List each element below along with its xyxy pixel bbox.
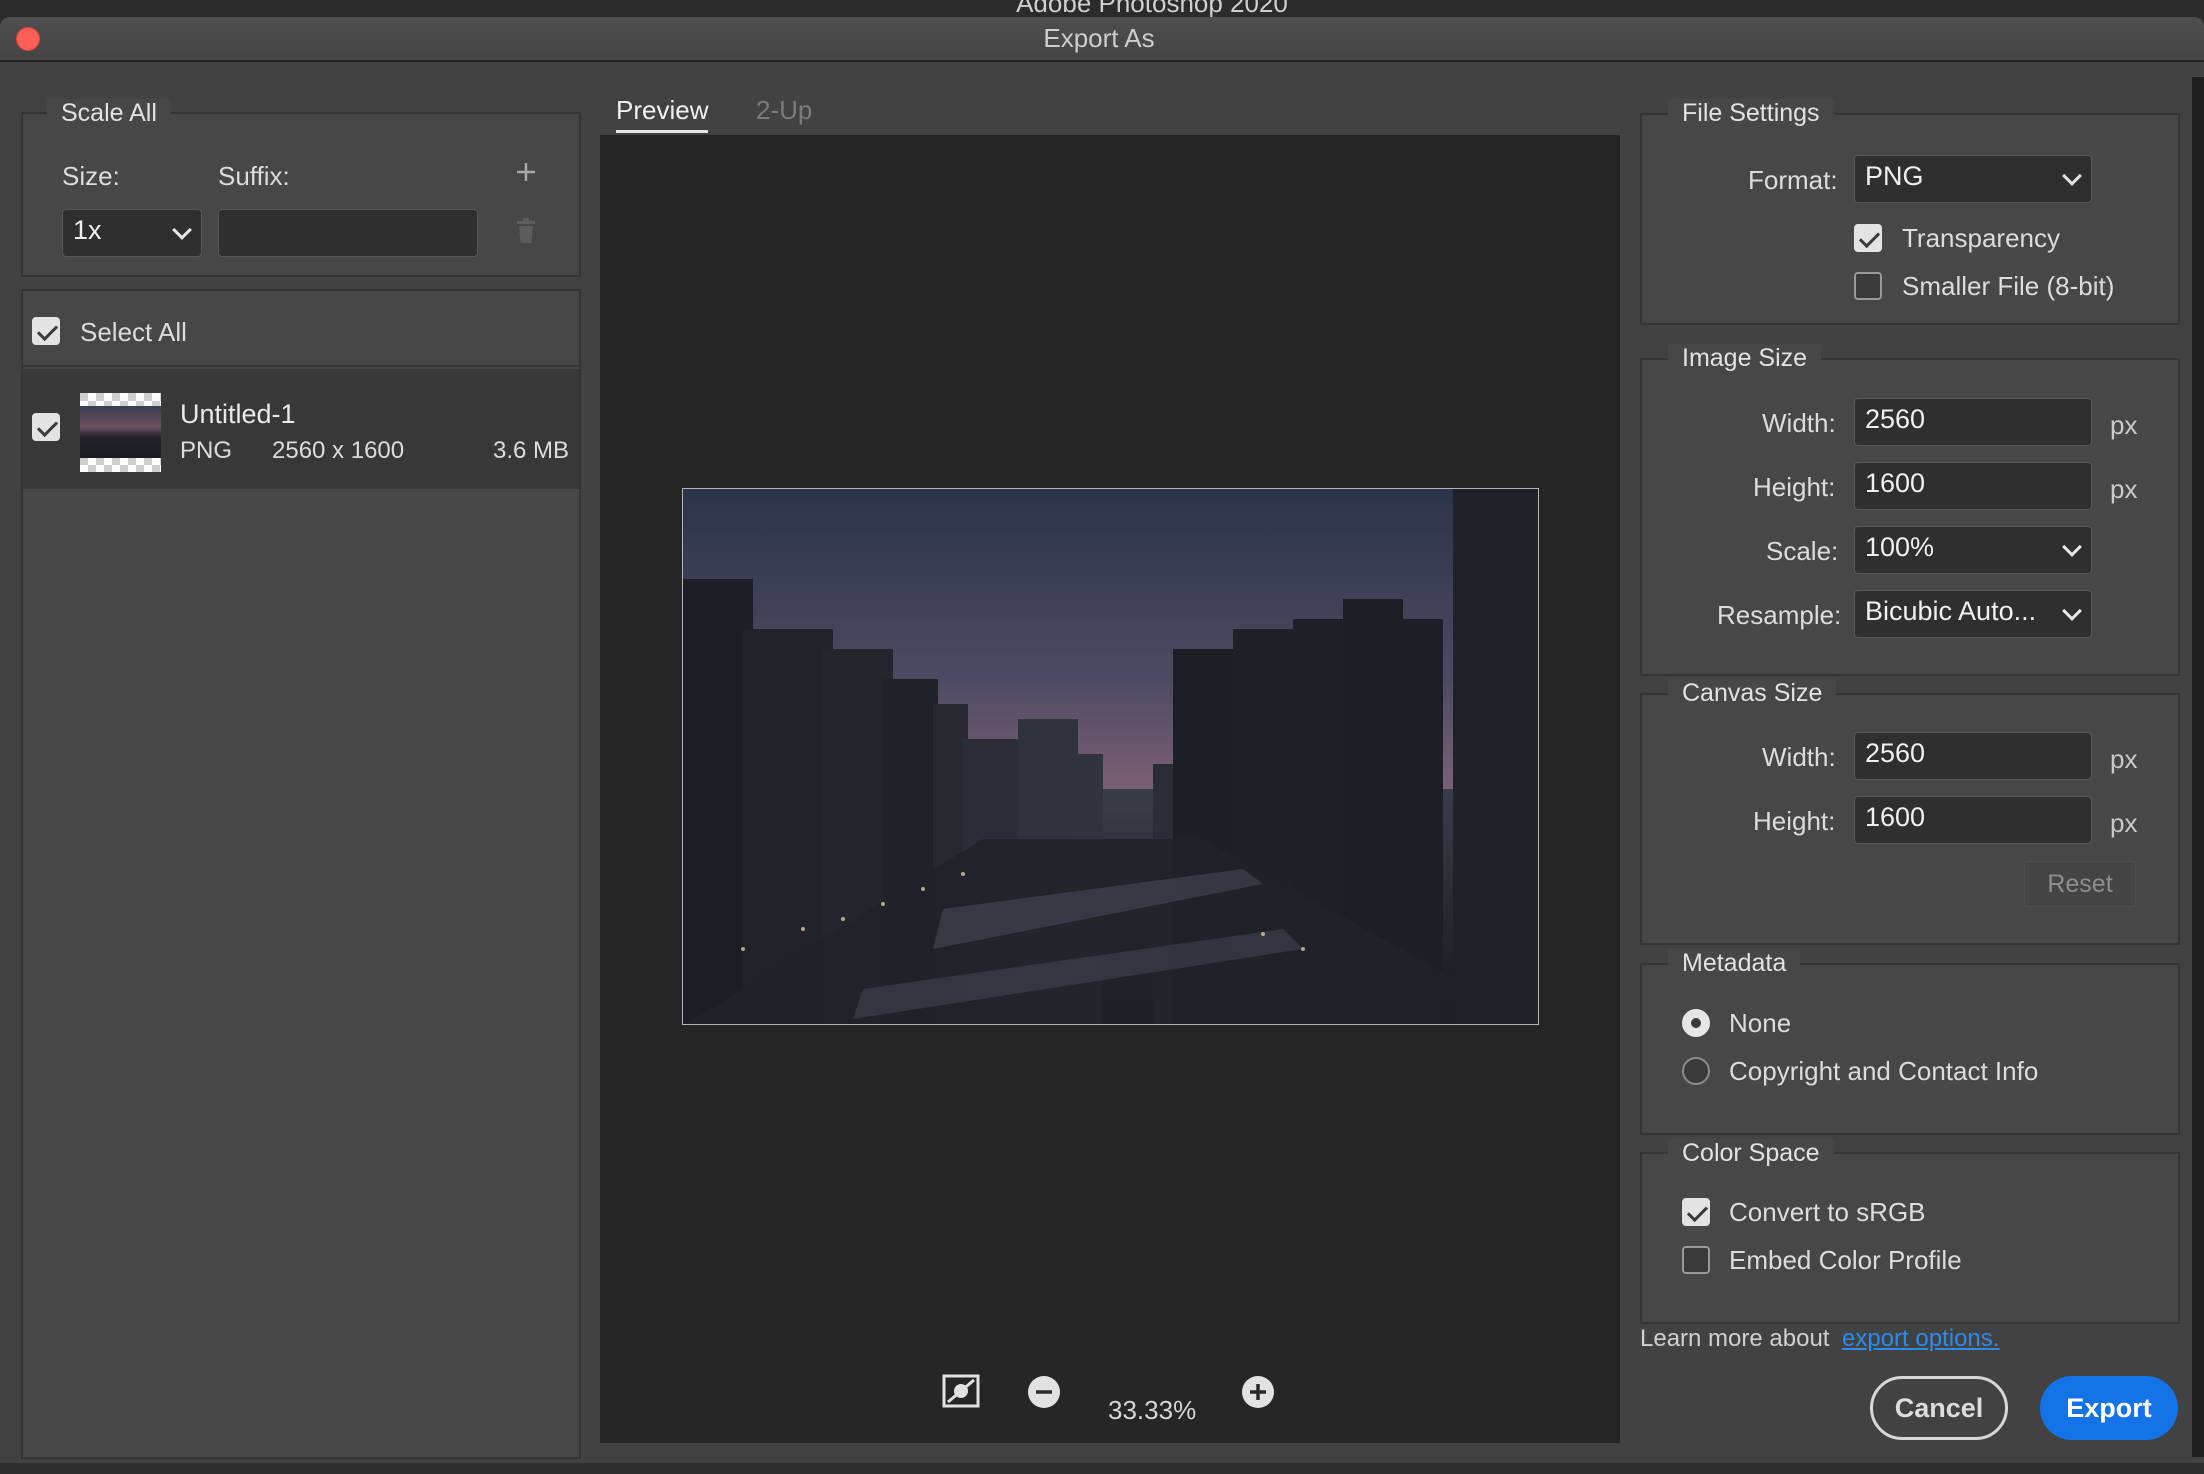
learn-more-text: Learn more about: [1640, 1325, 1830, 1352]
asset-name: Untitled-1: [180, 399, 296, 429]
dialog-titlebar: Export As: [0, 17, 2204, 62]
asset-dimensions: 2560 x 1600: [272, 437, 405, 464]
metadata-copyright-label: Copyright and Contact Info: [1729, 1056, 2039, 1086]
format-label: Format:: [1748, 165, 1838, 195]
transparency-checkbox[interactable]: [1854, 224, 1882, 252]
asset-thumbnail: [80, 393, 161, 472]
metadata-none-label: None: [1729, 1008, 1792, 1038]
metadata-none-radio[interactable]: [1682, 1009, 1710, 1037]
resample-select[interactable]: Bicubic Auto...: [1854, 590, 2092, 638]
scale-select[interactable]: 100%: [1854, 526, 2092, 574]
size-select[interactable]: 1x: [62, 209, 202, 257]
reset-button-label: Reset: [2047, 870, 2113, 898]
size-select-value: 1x: [73, 215, 102, 245]
chevron-down-icon: [172, 220, 192, 240]
canvas-height-unit: px: [2110, 808, 2138, 838]
delete-scale-button[interactable]: [514, 217, 538, 245]
scale-all-legend: Scale All: [47, 99, 171, 128]
background-toggle-button[interactable]: [942, 1374, 980, 1408]
canvas-width-unit: px: [2110, 744, 2138, 774]
tab-2-up[interactable]: 2-Up: [756, 95, 812, 126]
color-space-legend: Color Space: [1668, 1139, 1834, 1168]
scale-label: Scale:: [1766, 536, 1839, 566]
convert-srgb-label: Convert to sRGB: [1729, 1197, 1926, 1227]
city-skyline-image: [683, 489, 1538, 1024]
tab-preview-underline: [616, 130, 708, 133]
asset-file-size: 3.6 MB: [493, 437, 570, 464]
embed-profile-checkbox[interactable]: [1682, 1246, 1710, 1274]
select-all-label: Select All: [80, 317, 187, 347]
image-size-legend: Image Size: [1668, 344, 1822, 373]
canvas-width-input[interactable]: 2560: [1854, 732, 2092, 780]
image-width-label: Width:: [1762, 408, 1836, 438]
format-select-value: PNG: [1865, 161, 1924, 191]
background-toggle-icon: [942, 1374, 980, 1408]
canvas-height-input[interactable]: 1600: [1854, 796, 2092, 844]
dialog-title: Export As: [1043, 23, 1155, 53]
canvas-height-label: Height:: [1753, 806, 1836, 836]
image-height-label: Height:: [1753, 472, 1836, 502]
zoom-in-icon: [1242, 1376, 1274, 1408]
window-edge: [2192, 77, 2204, 1457]
canvas-width-label: Width:: [1762, 742, 1836, 772]
export-button-label: Export: [2066, 1393, 2152, 1423]
zoom-out-button[interactable]: [1027, 1375, 1061, 1409]
convert-srgb-checkbox[interactable]: [1682, 1198, 1710, 1226]
file-settings-legend: File Settings: [1668, 99, 1834, 128]
app-titlebar: Adobe Photoshop 2020: [0, 0, 2204, 18]
chevron-down-icon: [2062, 601, 2082, 621]
suffix-label: Suffix:: [218, 161, 290, 191]
image-height-unit: px: [2110, 474, 2138, 504]
asset-row[interactable]: Untitled-1 PNG 2560 x 1600 3.6 MB: [23, 369, 579, 489]
add-scale-button[interactable]: [513, 159, 539, 185]
export-options-link[interactable]: export options.: [1842, 1325, 1999, 1353]
select-all-checkbox[interactable]: [32, 317, 60, 345]
preview-canvas[interactable]: [600, 135, 1620, 1443]
image-width-unit: px: [2110, 410, 2138, 440]
preview-image: [682, 488, 1539, 1025]
cancel-button[interactable]: Cancel: [1870, 1376, 2008, 1440]
smaller-file-checkbox[interactable]: [1854, 272, 1882, 300]
reset-button[interactable]: Reset: [2024, 861, 2136, 907]
asset-format: PNG: [180, 437, 233, 464]
asset-checkbox[interactable]: [32, 413, 60, 441]
tab-preview[interactable]: Preview: [616, 95, 708, 126]
export-button[interactable]: Export: [2040, 1376, 2178, 1440]
chevron-down-icon: [2062, 166, 2082, 186]
zoom-in-button[interactable]: [1241, 1375, 1275, 1409]
metadata-legend: Metadata: [1668, 949, 1801, 978]
color-space-panel: [1640, 1152, 2180, 1324]
embed-profile-label: Embed Color Profile: [1729, 1245, 1962, 1275]
image-width-input[interactable]: 2560: [1854, 398, 2092, 446]
metadata-panel: [1640, 963, 2180, 1135]
metadata-copyright-radio[interactable]: [1682, 1057, 1710, 1085]
zoom-out-icon: [1028, 1376, 1060, 1408]
export-as-dialog: Export As Scale All Size: Suffix: 1x Sel…: [0, 17, 2204, 1463]
canvas-size-legend: Canvas Size: [1668, 679, 1837, 708]
scale-select-value: 100%: [1865, 532, 1935, 562]
image-height-input[interactable]: 1600: [1854, 462, 2092, 510]
format-select[interactable]: PNG: [1854, 155, 2092, 203]
chevron-down-icon: [2062, 537, 2082, 557]
transparency-label: Transparency: [1902, 223, 2060, 253]
plus-icon: [517, 163, 535, 181]
smaller-file-label: Smaller File (8-bit): [1902, 271, 2115, 301]
trash-icon: [517, 218, 535, 243]
resample-label: Resample:: [1717, 600, 1842, 630]
cancel-button-label: Cancel: [1894, 1393, 1984, 1423]
resample-select-value: Bicubic Auto...: [1865, 596, 2037, 626]
size-label: Size:: [62, 161, 120, 191]
zoom-level: 33.33%: [1108, 1395, 1197, 1425]
suffix-input[interactable]: [218, 209, 478, 257]
